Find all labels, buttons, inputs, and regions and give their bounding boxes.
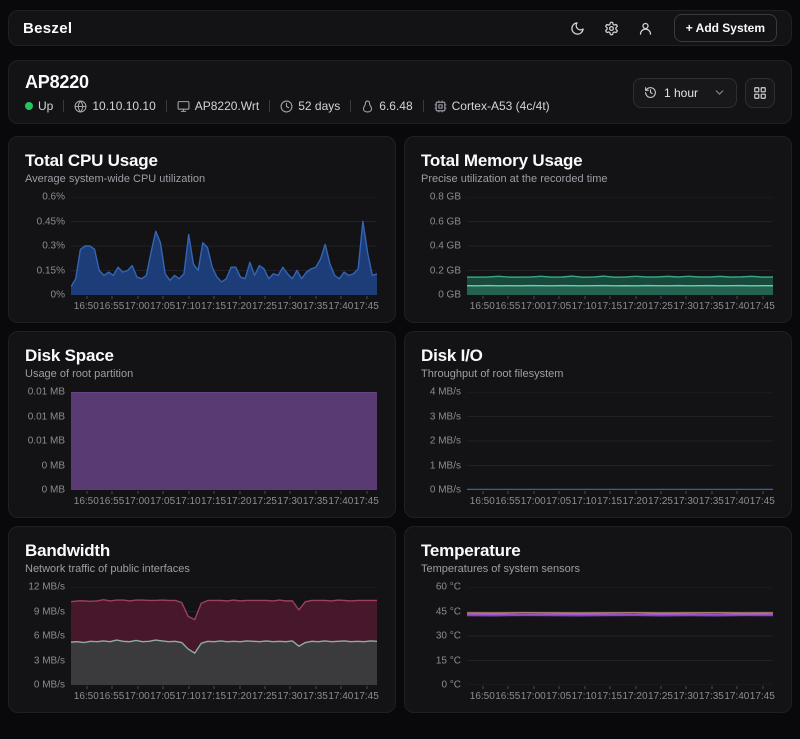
system-meta-row: Up 10.10.10.10 AP8220.Wrt 52 days [25, 99, 550, 113]
clock-icon [280, 100, 293, 113]
cpu-chart: 0.6%0.45%0.3%0.15%0% 16:5016:5517:0017:0… [25, 197, 381, 313]
x-axis-labels: 16:5016:5517:0017:0517:1017:1517:2017:25… [71, 490, 377, 508]
chart-subtitle: Network traffic of public interfaces [25, 563, 381, 576]
kernel-label: 6.6.48 [379, 99, 412, 113]
y-axis-labels: 4 MB/s3 MB/s2 MB/s1 MB/s0 MB/s [421, 392, 467, 490]
time-range-value: 1 hour [664, 86, 698, 100]
y-axis-labels: 60 °C45 °C30 °C15 °C0 °C [421, 587, 467, 685]
system-controls: 1 hour [633, 78, 775, 108]
chart-subtitle: Temperatures of system sensors [421, 563, 777, 576]
ip-label: 10.10.10.10 [92, 99, 155, 113]
theme-toggle-button[interactable] [564, 14, 592, 42]
separator [423, 100, 424, 112]
separator [350, 100, 351, 112]
add-system-button[interactable]: + Add System [674, 14, 777, 42]
plot-area[interactable] [467, 197, 773, 295]
chart-card-diskio: Disk I/O Throughput of root filesystem 4… [404, 331, 792, 518]
gear-icon [604, 21, 619, 36]
page: Beszel + Add System AP8220 Up [0, 0, 800, 739]
moon-icon [570, 21, 585, 36]
chart-subtitle: Usage of root partition [25, 368, 381, 381]
user-icon [638, 21, 653, 36]
history-clock-icon [644, 86, 657, 99]
chart-title: Disk I/O [421, 346, 777, 366]
y-axis-labels: 12 MB/s9 MB/s6 MB/s3 MB/s0 MB/s [25, 587, 71, 685]
top-navbar: Beszel + Add System [8, 10, 792, 46]
temperature-chart: 60 °C45 °C30 °C15 °C0 °C 16:5016:5517:00… [421, 587, 777, 703]
chart-card-temperature: Temperature Temperatures of system senso… [404, 526, 792, 713]
user-menu-button[interactable] [632, 14, 660, 42]
plot-area[interactable] [467, 392, 773, 490]
chart-card-memory: Total Memory Usage Precise utilization a… [404, 136, 792, 323]
hostname-label: AP8220.Wrt [195, 99, 259, 113]
chart-card-bandwidth: Bandwidth Network traffic of public inte… [8, 526, 396, 713]
plot-area[interactable] [467, 587, 773, 685]
chart-title: Disk Space [25, 346, 381, 366]
disk-space-chart: 0.01 MB0.01 MB0.01 MB0 MB0 MB 16:5016:55… [25, 392, 381, 508]
x-axis-labels: 16:5016:5517:0017:0517:1017:1517:2017:25… [71, 685, 377, 703]
hostname-item: AP8220.Wrt [177, 99, 259, 113]
status-item: Up [25, 99, 53, 113]
plot-area[interactable] [71, 197, 377, 295]
chart-title: Total Memory Usage [421, 151, 777, 171]
uptime-item: 52 days [280, 99, 340, 113]
charts-grid: Total CPU Usage Average system-wide CPU … [8, 136, 792, 713]
plot-area[interactable] [71, 392, 377, 490]
navbar-actions: + Add System [564, 14, 777, 42]
x-axis-labels: 16:5016:5517:0017:0517:1017:1517:2017:25… [71, 295, 377, 313]
chart-title: Total CPU Usage [25, 151, 381, 171]
x-axis-labels: 16:5016:5517:0017:0517:1017:1517:2017:25… [467, 685, 773, 703]
x-axis-labels: 16:5016:5517:0017:0517:1017:1517:2017:25… [467, 295, 773, 313]
cpu-chip-icon [434, 100, 447, 113]
chart-subtitle: Average system-wide CPU utilization [25, 173, 381, 186]
cpu-model-item: Cortex-A53 (4c/4t) [434, 99, 550, 113]
kernel-item: 6.6.48 [361, 99, 412, 113]
chart-card-cpu: Total CPU Usage Average system-wide CPU … [8, 136, 396, 323]
memory-chart: 0.8 GB0.6 GB0.4 GB0.2 GB0 GB 16:5016:551… [421, 197, 777, 313]
y-axis-labels: 0.8 GB0.6 GB0.4 GB0.2 GB0 GB [421, 197, 467, 295]
separator [166, 100, 167, 112]
system-info-bar: AP8220 Up 10.10.10.10 AP8220.Wrt [8, 60, 792, 124]
x-axis-labels: 16:5016:5517:0017:0517:1017:1517:2017:25… [467, 490, 773, 508]
system-info: AP8220 Up 10.10.10.10 AP8220.Wrt [25, 72, 550, 113]
disk-io-chart: 4 MB/s3 MB/s2 MB/s1 MB/s0 MB/s 16:5016:5… [421, 392, 777, 508]
y-axis-labels: 0.6%0.45%0.3%0.15%0% [25, 197, 71, 295]
plot-area[interactable] [71, 587, 377, 685]
chart-title: Temperature [421, 541, 777, 561]
bandwidth-chart: 12 MB/s9 MB/s6 MB/s3 MB/s0 MB/s 16:5016:… [25, 587, 381, 703]
uptime-label: 52 days [298, 99, 340, 113]
separator [63, 100, 64, 112]
chart-subtitle: Precise utilization at the recorded time [421, 173, 777, 186]
settings-button[interactable] [598, 14, 626, 42]
y-axis-labels: 0.01 MB0.01 MB0.01 MB0 MB0 MB [25, 392, 71, 490]
system-name: AP8220 [25, 72, 550, 93]
status-label: Up [38, 99, 53, 113]
separator [269, 100, 270, 112]
globe-icon [74, 100, 87, 113]
chevron-down-icon [713, 86, 726, 99]
kernel-icon [361, 100, 374, 113]
status-dot [25, 102, 33, 110]
ip-item: 10.10.10.10 [74, 99, 155, 113]
chart-card-disk: Disk Space Usage of root partition 0.01 … [8, 331, 396, 518]
chart-title: Bandwidth [25, 541, 381, 561]
grid-layout-icon [753, 86, 767, 100]
brand-logo[interactable]: Beszel [23, 20, 72, 37]
cpu-model-label: Cortex-A53 (4c/4t) [452, 99, 550, 113]
chart-subtitle: Throughput of root filesystem [421, 368, 777, 381]
monitor-icon [177, 100, 190, 113]
add-system-label: + Add System [686, 21, 765, 35]
layout-toggle-button[interactable] [745, 78, 775, 108]
time-range-select[interactable]: 1 hour [633, 78, 737, 108]
